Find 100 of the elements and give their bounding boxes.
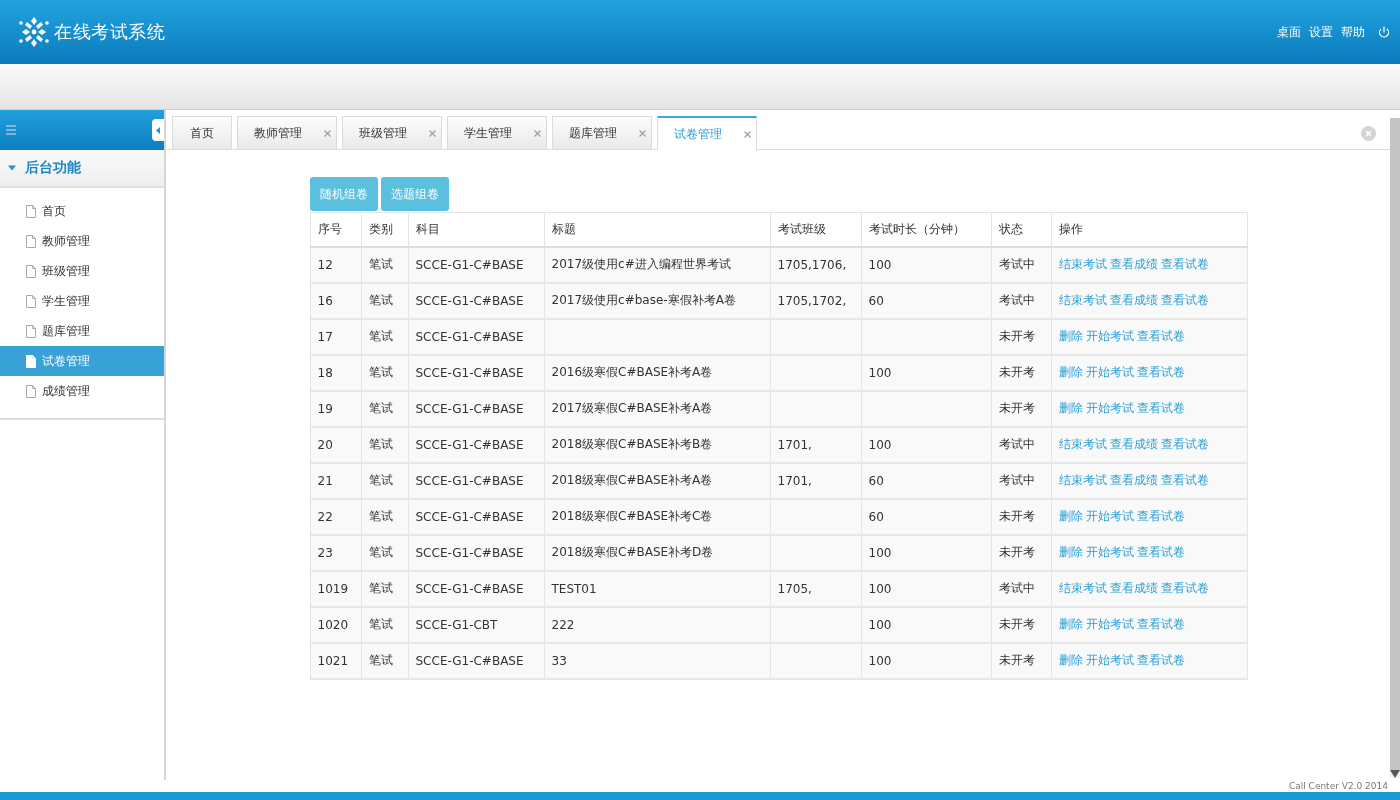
action-link[interactable]: 查看试卷: [1160, 581, 1209, 595]
action-link[interactable]: 删除: [1058, 653, 1083, 667]
table-cell: 100: [861, 534, 991, 571]
action-link[interactable]: 开始考试: [1085, 545, 1134, 559]
table-cell: 33: [544, 642, 770, 679]
table-cell: 笔试: [361, 354, 408, 391]
table-cell: 未开考: [991, 390, 1051, 427]
table-cell: 未开考: [991, 498, 1051, 535]
action-link[interactable]: 删除: [1058, 365, 1083, 379]
action-link[interactable]: 查看试卷: [1160, 473, 1209, 487]
table-cell: 2017级使用c#进入编程世界考试: [544, 246, 770, 283]
header-link[interactable]: 桌面: [1276, 21, 1302, 43]
header-link[interactable]: 帮助: [1340, 21, 1366, 43]
sidebar-item[interactable]: 学生管理: [0, 286, 164, 316]
collapse-button[interactable]: [152, 119, 164, 141]
tab[interactable]: 试卷管理: [657, 116, 757, 150]
action-link[interactable]: 开始考试: [1085, 365, 1134, 379]
action-link[interactable]: 查看试卷: [1136, 509, 1185, 523]
action-link[interactable]: 查看试卷: [1136, 653, 1185, 667]
close-icon[interactable]: [639, 129, 646, 137]
table-cell: SCCE-G1-C#BASE: [408, 570, 544, 607]
close-icon[interactable]: [1361, 125, 1376, 141]
action-link[interactable]: 查看试卷: [1136, 617, 1185, 631]
action-link[interactable]: 查看成绩: [1109, 437, 1158, 451]
table-cell: 2018级寒假C#BASE补考A卷: [544, 462, 770, 499]
table-cell: 100: [861, 354, 991, 391]
compose-button[interactable]: 随机组卷: [309, 177, 378, 211]
caret-icon: [156, 126, 160, 134]
table-cell: 笔试: [361, 534, 408, 571]
table-cell: 1020: [310, 606, 361, 643]
action-link[interactable]: 结束考试: [1058, 293, 1107, 307]
close-icon[interactable]: [744, 130, 751, 138]
table-cell: SCCE-G1-C#BASE: [408, 354, 544, 391]
action-link[interactable]: 删除: [1058, 617, 1083, 631]
compose-button[interactable]: 选题组卷: [380, 177, 449, 211]
table-cell: SCCE-G1-C#BASE: [408, 390, 544, 427]
accordion-header[interactable]: 后台功能: [0, 150, 164, 188]
table-cell: 2016级寒假C#BASE补考A卷: [544, 354, 770, 391]
action-link[interactable]: 查看试卷: [1160, 257, 1209, 271]
scrollbar[interactable]: [1390, 118, 1400, 778]
caret-icon: [8, 164, 16, 172]
table-cell: 考试中: [991, 570, 1051, 607]
table-cell: 考试中: [991, 426, 1051, 463]
action-link[interactable]: 删除: [1058, 401, 1083, 415]
tab[interactable]: 首页: [172, 116, 232, 149]
sidebar-item[interactable]: 试卷管理: [0, 346, 164, 376]
table-cell: 2018级寒假C#BASE补考D卷: [544, 534, 770, 571]
action-link[interactable]: 查看成绩: [1109, 473, 1158, 487]
action-link[interactable]: 开始考试: [1085, 401, 1134, 415]
action-link[interactable]: 查看成绩: [1109, 293, 1158, 307]
table-cell: 1019: [310, 570, 361, 607]
action-link[interactable]: 删除: [1058, 329, 1083, 343]
close-icon[interactable]: [534, 129, 541, 137]
tab[interactable]: 班级管理: [342, 116, 442, 149]
power-icon[interactable]: [1378, 26, 1390, 38]
list-icon[interactable]: [6, 125, 16, 135]
action-link[interactable]: 查看试卷: [1136, 401, 1185, 415]
action-link[interactable]: 查看试卷: [1160, 293, 1209, 307]
action-link[interactable]: 结束考试: [1058, 581, 1107, 595]
table-cell: 19: [310, 390, 361, 427]
action-link[interactable]: 查看试卷: [1160, 437, 1209, 451]
table-cell: 20: [310, 426, 361, 463]
table-cell: SCCE-G1-C#BASE: [408, 534, 544, 571]
action-link[interactable]: 删除: [1058, 545, 1083, 559]
sidebar-item[interactable]: 首页: [0, 196, 164, 226]
action-link[interactable]: 开始考试: [1085, 653, 1134, 667]
table-cell: 222: [544, 606, 770, 643]
table-cell: 笔试: [361, 390, 408, 427]
action-link[interactable]: 结束考试: [1058, 437, 1107, 451]
action-link[interactable]: 查看成绩: [1109, 257, 1158, 271]
close-icon[interactable]: [429, 129, 436, 137]
action-link[interactable]: 查看试卷: [1136, 329, 1185, 343]
sidebar-item[interactable]: 题库管理: [0, 316, 164, 346]
file-icon: [26, 234, 36, 248]
logo-icon: [18, 15, 50, 49]
action-link[interactable]: 结束考试: [1058, 257, 1107, 271]
sidebar-item[interactable]: 班级管理: [0, 256, 164, 286]
action-link[interactable]: 开始考试: [1085, 617, 1134, 631]
table-cell: 60: [861, 282, 991, 319]
close-icon[interactable]: [324, 129, 331, 137]
tab[interactable]: 教师管理: [237, 116, 337, 149]
action-link[interactable]: 开始考试: [1085, 509, 1134, 523]
table-cell: SCCE-G1-C#BASE: [408, 498, 544, 535]
column-header: 考试班级: [770, 212, 861, 247]
sidebar-item[interactable]: 成绩管理: [0, 376, 164, 406]
action-link[interactable]: 删除: [1058, 509, 1083, 523]
sidebar-item[interactable]: 教师管理: [0, 226, 164, 256]
action-link[interactable]: 查看试卷: [1136, 365, 1185, 379]
action-link[interactable]: 查看试卷: [1136, 545, 1185, 559]
table-cell: SCCE-G1-C#BASE: [408, 318, 544, 355]
table-cell: 12: [310, 246, 361, 283]
action-link[interactable]: 开始考试: [1085, 329, 1134, 343]
table-cell: 1705,1706,: [770, 246, 861, 283]
column-header: 状态: [991, 212, 1051, 247]
header-link[interactable]: 设置: [1308, 21, 1334, 43]
table-cell: 笔试: [361, 606, 408, 643]
tab[interactable]: 题库管理: [552, 116, 652, 149]
action-link[interactable]: 结束考试: [1058, 473, 1107, 487]
action-link[interactable]: 查看成绩: [1109, 581, 1158, 595]
tab[interactable]: 学生管理: [447, 116, 547, 149]
